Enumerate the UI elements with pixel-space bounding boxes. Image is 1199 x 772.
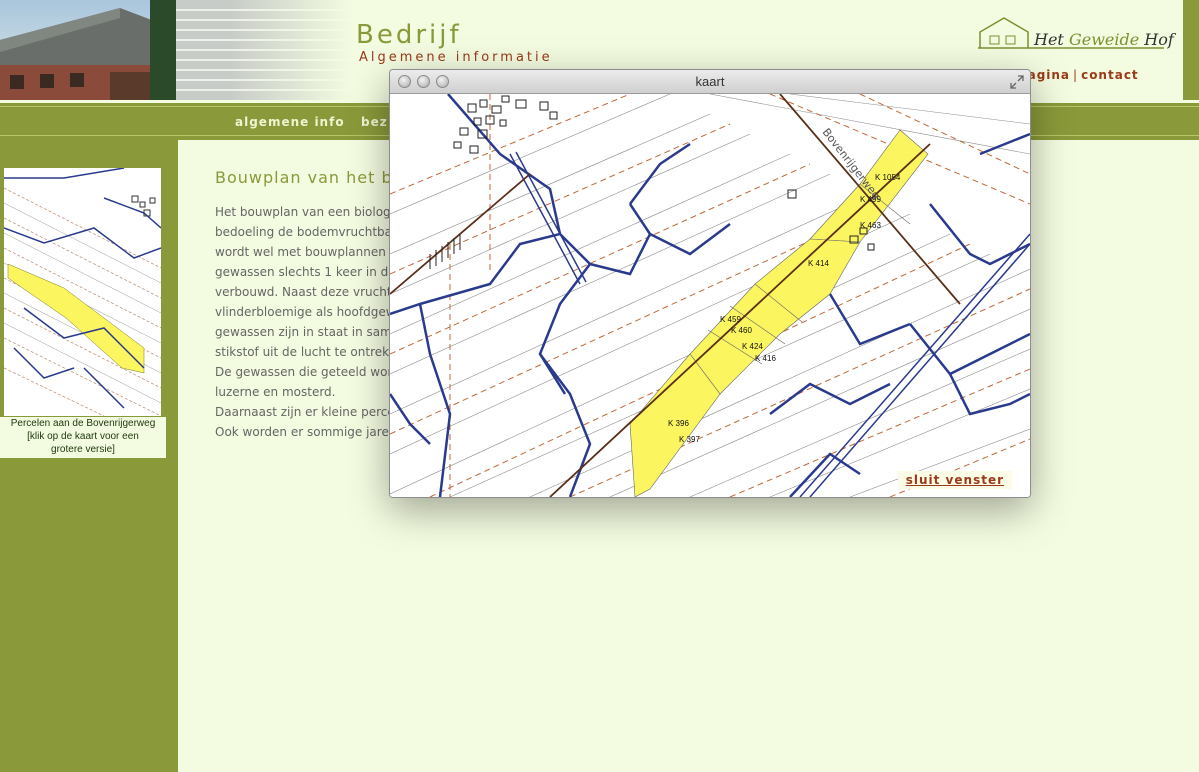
parcel-label: K 463: [860, 221, 881, 230]
map-thumbnail[interactable]: [4, 168, 161, 416]
top-link-contact[interactable]: contact: [1081, 68, 1139, 82]
paragraph-line: verbouwd. Naast deze vrucht: [215, 285, 392, 299]
paragraph-line: Het bouwplan van een biologi: [215, 205, 395, 219]
parcel-label: K 414: [808, 259, 829, 268]
close-window-link[interactable]: sluit venster: [897, 471, 1012, 489]
right-edge-stripe: [1183, 0, 1199, 100]
logo-text-right: Hof: [1139, 30, 1174, 49]
nav-item-visit[interactable]: bez: [361, 115, 388, 129]
page-section-title: Bedrijf: [356, 20, 462, 50]
parcel-label: K 416: [755, 354, 776, 363]
parcel-label: K 459: [720, 315, 741, 324]
content-body: Het bouwplan van een biologi bedoeling d…: [215, 202, 400, 442]
parcel-label: K 396: [668, 419, 689, 428]
paragraph-line: bedoeling de bodemvruchtbaa: [215, 225, 400, 239]
window-title: kaart: [695, 74, 725, 89]
parcel-label: K 397: [679, 435, 700, 444]
logo-wordmark: Het Geweide Hof: [1034, 30, 1174, 49]
farm-photo: [0, 0, 352, 100]
top-links: pagina | contact: [1018, 68, 1139, 82]
paragraph-line: luzerne en mosterd.: [215, 385, 336, 399]
left-sidebar: Percelen aan de Bovenrijgerweg [klik op …: [0, 140, 182, 772]
page-section-subtitle: Algemene informatie: [359, 50, 553, 65]
parcel-label: K 460: [731, 326, 752, 335]
caption-line: [klik op de kaart voor een: [27, 431, 139, 442]
window-title-bar[interactable]: kaart: [390, 70, 1030, 94]
parcel-label: K 1054: [875, 173, 901, 182]
paragraph-line: Ook worden er sommige jarer: [215, 425, 394, 439]
map-popup-window[interactable]: kaart K 1054 K 499 K 463 K 414 K 459 K 4…: [389, 69, 1031, 498]
paragraph-line: gewassen zijn in staat in sam: [215, 325, 392, 339]
parcel-label: K 424: [742, 342, 763, 351]
top-link-separator: |: [1073, 68, 1079, 82]
cadastral-map: K 1054 K 499 K 463 K 414 K 459 K 460 K 4…: [390, 93, 1030, 497]
content-heading: Bouwplan van het b: [215, 168, 393, 187]
caption-line: Percelen aan de Bovenrijgerweg: [10, 418, 156, 429]
paragraph-line: gewassen slechts 1 keer in de: [215, 265, 396, 279]
map-thumbnail-caption: Percelen aan de Bovenrijgerweg [klik op …: [0, 417, 166, 458]
nav-item-general-info[interactable]: algemene info: [235, 115, 345, 129]
logo-text-mid: Geweide: [1068, 30, 1140, 49]
expand-icon[interactable]: [1010, 75, 1024, 89]
paragraph-line: Daarnaast zijn er kleine perce: [215, 405, 395, 419]
paragraph-line: stikstof uit de lucht te ontrek: [215, 345, 390, 359]
main-content: Bouwplan van het b Het bouwplan van een …: [215, 168, 400, 442]
logo-text-left: Het: [1034, 30, 1069, 49]
paragraph-line: vlinderbloemige als hoofdgew: [215, 305, 396, 319]
paragraph-line: wordt wel met bouwplannen: [215, 245, 386, 259]
paragraph-line: De gewassen die geteeld word: [215, 365, 400, 379]
caption-line: grotere versie]: [51, 444, 115, 455]
